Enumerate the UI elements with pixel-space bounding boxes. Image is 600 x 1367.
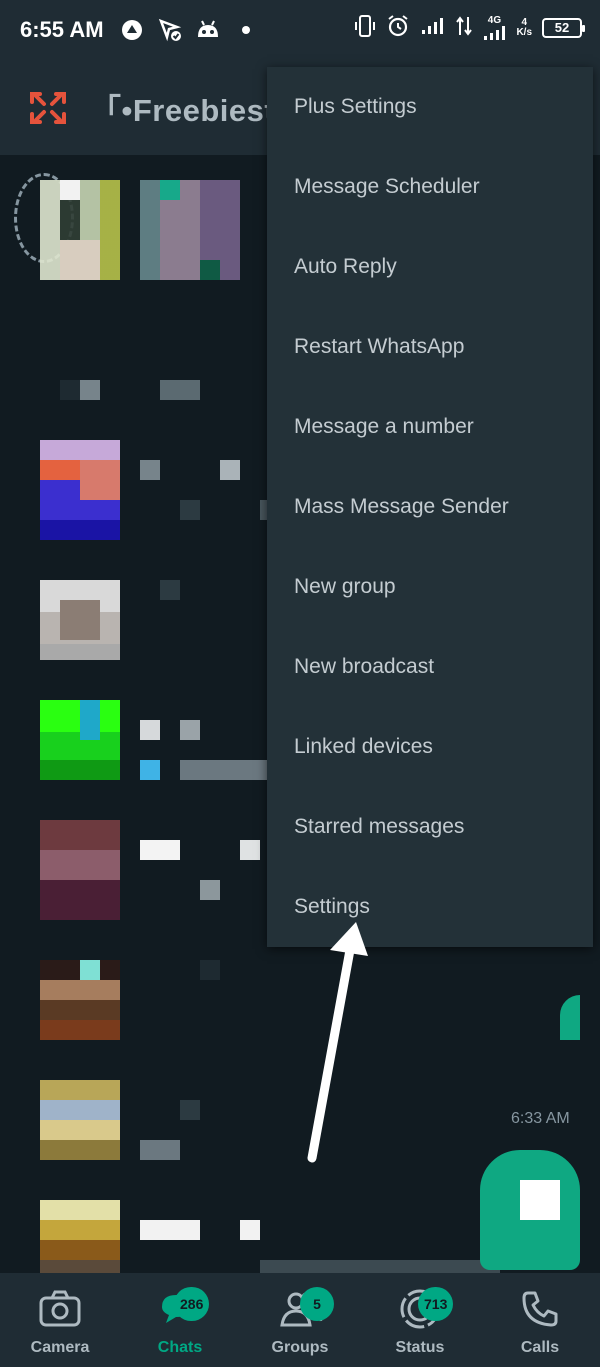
avatar-pixel <box>200 260 220 280</box>
bottom-nav: Camera 286 Chats 5 Groups 713 Status Cal… <box>0 1273 600 1367</box>
tab-calls[interactable]: Calls <box>480 1273 600 1367</box>
menu-item-linked-devices[interactable]: Linked devices <box>267 707 593 787</box>
data-transfer-icon <box>456 15 473 40</box>
status-badge: 713 <box>418 1287 454 1321</box>
avatar[interactable] <box>40 1080 120 1160</box>
avatar-pixel <box>60 180 80 200</box>
status-bar: 6:55 AM 4G 4 K/s 52 <box>0 0 600 60</box>
chat-name-blur <box>200 960 220 980</box>
chat-name-blur <box>220 460 240 480</box>
alarm-icon <box>386 14 410 41</box>
avatar[interactable] <box>40 820 120 920</box>
tab-chats-label: Chats <box>157 1339 203 1356</box>
avatar[interactable] <box>140 180 240 280</box>
chat-preview-blur <box>160 380 200 400</box>
tab-groups[interactable]: 5 Groups <box>240 1273 360 1367</box>
menu-item-message-a-number[interactable]: Message a number <box>267 387 593 467</box>
network-speed-unit: K/s <box>516 26 532 38</box>
chat-name-blur <box>140 840 180 860</box>
status-right-icons: 4G 4 K/s 52 <box>354 14 585 41</box>
camera-icon <box>36 1285 84 1333</box>
tab-groups-label: Groups <box>271 1339 329 1356</box>
chats-badge: 286 <box>174 1287 210 1321</box>
avatar-pixel <box>80 700 100 740</box>
chat-name-blur <box>140 1220 200 1240</box>
status-time: 6:55 AM <box>20 17 104 42</box>
groups-badge: 5 <box>300 1287 334 1321</box>
avatar-pixel <box>80 460 120 500</box>
menu-item-starred-messages[interactable]: Starred messages <box>267 787 593 867</box>
chat-name-blur <box>180 720 200 740</box>
chat-preview-blur <box>180 500 200 520</box>
tab-camera-label: Camera <box>30 1339 90 1356</box>
browser-icon <box>118 16 146 44</box>
chat-preview-blur <box>180 760 270 780</box>
avatar[interactable] <box>40 1200 120 1273</box>
avatar-pixel <box>160 180 180 200</box>
signal-icon <box>420 16 446 39</box>
menu-item-plus-settings[interactable]: Plus Settings <box>267 67 593 147</box>
network-type-label: 4G <box>487 14 502 26</box>
chat-name-blur <box>180 1100 200 1120</box>
network-type: 4G <box>482 14 506 40</box>
notification-dot-icon <box>232 16 260 44</box>
avatar-pixel <box>60 240 100 280</box>
new-chat-icon <box>520 1180 560 1220</box>
chat-name-blur <box>240 840 260 860</box>
tab-chats[interactable]: 286 Chats <box>120 1273 240 1367</box>
battery-icon: 52 <box>542 17 585 38</box>
chat-preview-blur <box>140 760 160 780</box>
chat-unread-blur <box>560 995 580 1040</box>
network-speed-value: 4 <box>521 16 527 28</box>
annotation-arrow-icon <box>307 922 368 1163</box>
chat-name-blur <box>140 720 160 740</box>
chat-preview-blur <box>200 880 220 900</box>
logo-icon <box>28 88 68 128</box>
chat-name-blur <box>240 1220 260 1240</box>
menu-item-new-broadcast[interactable]: New broadcast <box>267 627 593 707</box>
menu-item-mass-message-sender[interactable]: Mass Message Sender <box>267 467 593 547</box>
tab-camera[interactable]: Camera <box>0 1273 120 1367</box>
chat-preview-blur <box>140 1140 180 1160</box>
android-icon <box>194 16 222 44</box>
header-title: 「•Freebiest. <box>90 93 285 128</box>
tab-status-label: Status <box>395 1339 445 1356</box>
battery-level: 52 <box>554 20 570 35</box>
menu-item-message-scheduler[interactable]: Message Scheduler <box>267 147 593 227</box>
avatar-pixel <box>60 600 100 640</box>
share-check-icon <box>156 16 184 44</box>
chat-name-blur <box>160 580 180 600</box>
calls-icon <box>516 1285 564 1333</box>
chat-preview-blur <box>80 380 100 400</box>
tab-status[interactable]: 713 Status <box>360 1273 480 1367</box>
menu-item-auto-reply[interactable]: Auto Reply <box>267 227 593 307</box>
vibrate-icon <box>354 14 376 41</box>
network-speed: 4 K/s <box>516 16 532 38</box>
avatar-pixel <box>80 960 100 980</box>
chat-time: 6:33 AM <box>511 1110 570 1127</box>
menu-item-new-group[interactable]: New group <box>267 547 593 627</box>
tab-calls-label: Calls <box>520 1339 560 1356</box>
chat-preview-blur <box>260 1260 500 1273</box>
chat-name-blur <box>140 460 160 480</box>
menu-item-restart-whatsapp[interactable]: Restart WhatsApp <box>267 307 593 387</box>
overflow-menu: Plus Settings Message Scheduler Auto Rep… <box>267 67 593 947</box>
